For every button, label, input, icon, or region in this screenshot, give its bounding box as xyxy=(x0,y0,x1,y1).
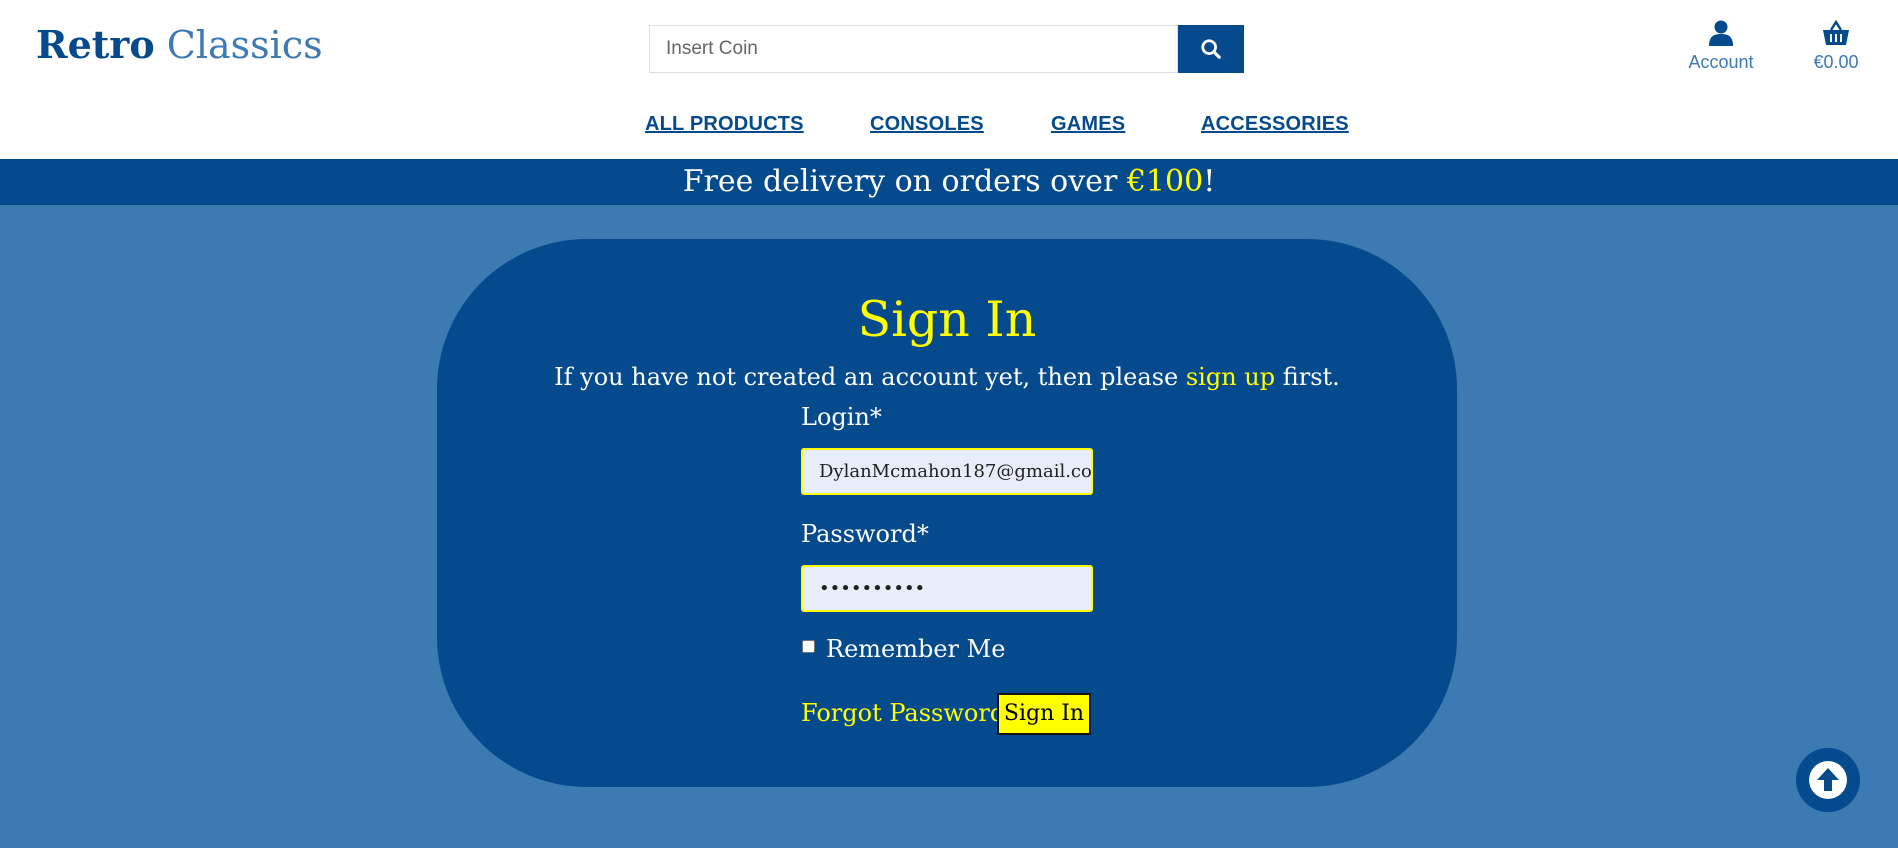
search-form xyxy=(649,25,1244,73)
nav-games[interactable]: GAMES xyxy=(1051,113,1125,136)
delivery-banner: Free delivery on orders over €100! xyxy=(0,159,1898,205)
basket-icon xyxy=(1823,20,1849,45)
site-logo[interactable]: Retro Classics xyxy=(36,22,323,67)
account-label: Account xyxy=(1688,52,1754,72)
arrow-up-icon xyxy=(1809,761,1847,799)
signin-card: Sign In If you have not created an accou… xyxy=(437,239,1457,787)
signup-link[interactable]: sign up xyxy=(1186,363,1275,391)
nav-all-products[interactable]: ALL PRODUCTS xyxy=(645,113,804,136)
search-input[interactable] xyxy=(649,25,1179,73)
login-label: Login* xyxy=(801,403,882,431)
account-link[interactable]: Account xyxy=(1684,16,1758,73)
search-icon xyxy=(1201,39,1221,59)
sign-in-button[interactable]: Sign In xyxy=(997,693,1091,735)
banner-suffix: ! xyxy=(1203,164,1216,199)
remember-me-checkbox[interactable] xyxy=(802,640,815,653)
signup-prompt: If you have not created an account yet, … xyxy=(437,363,1457,391)
login-field[interactable]: DylanMcmahon187@gmail.com xyxy=(801,448,1093,495)
signup-prompt-suffix: first. xyxy=(1275,363,1340,391)
signup-prompt-prefix: If you have not created an account yet, … xyxy=(554,363,1186,391)
search-button[interactable] xyxy=(1178,25,1244,73)
site-header: Retro Classics Account xyxy=(0,0,1898,159)
cart-total: €0.00 xyxy=(1813,52,1859,72)
forgot-password-link[interactable]: Forgot Password? xyxy=(801,699,1018,727)
nav-consoles[interactable]: CONSOLES xyxy=(870,113,984,136)
remember-me-label[interactable]: Remember Me xyxy=(826,635,1005,663)
back-to-top-button[interactable] xyxy=(1796,748,1860,812)
cart-link[interactable]: €0.00 xyxy=(1810,16,1862,73)
password-field[interactable]: •••••••••• xyxy=(801,565,1093,612)
page-title: Sign In xyxy=(857,291,1037,348)
nav-accessories[interactable]: ACCESSORIES xyxy=(1201,113,1349,136)
banner-text: Free delivery on orders over xyxy=(682,164,1127,199)
password-label: Password* xyxy=(801,520,929,548)
banner-amount: €100 xyxy=(1126,164,1204,199)
logo-bold-text: Retro xyxy=(36,22,155,67)
user-icon xyxy=(1709,20,1733,46)
logo-light-text: Classics xyxy=(166,23,323,67)
